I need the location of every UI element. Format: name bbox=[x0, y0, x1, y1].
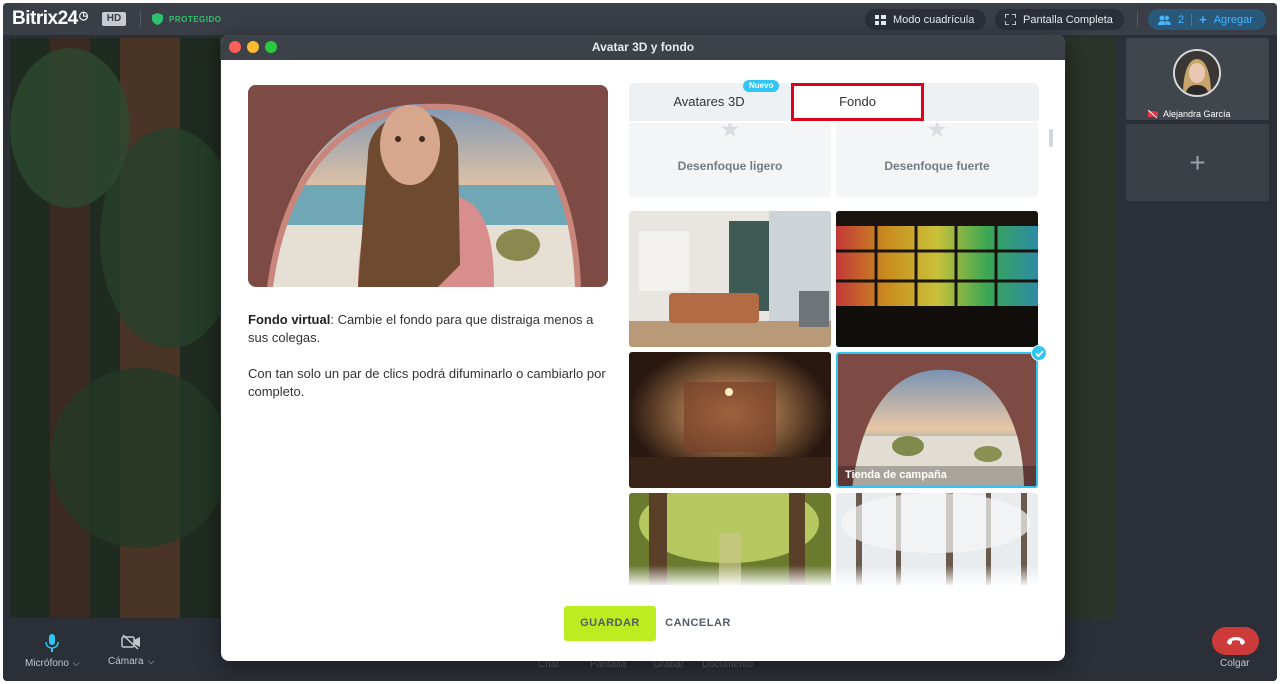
grid-fade bbox=[629, 565, 1039, 587]
participant-photo bbox=[1175, 51, 1219, 95]
background-label: Tienda de campaña bbox=[845, 469, 947, 481]
dialog-title: Avatar 3D y fondo bbox=[591, 40, 695, 54]
selected-check-icon bbox=[1031, 345, 1047, 361]
microphone-label-row: Micrófono ⌵ bbox=[25, 658, 80, 669]
background-option-blur-light[interactable]: ★ Desenfoque ligero bbox=[629, 123, 831, 197]
save-button[interactable]: GUARDAR bbox=[564, 606, 656, 641]
grid-icon bbox=[875, 14, 886, 25]
chevron-down-icon: ⌵ bbox=[147, 656, 155, 666]
protected-label: PROTEGIDO bbox=[169, 14, 222, 24]
divider bbox=[1137, 11, 1138, 27]
avatar bbox=[1173, 49, 1221, 97]
dialog-titlebar: Avatar 3D y fondo bbox=[221, 35, 1065, 60]
add-participant-tile[interactable]: + bbox=[1126, 124, 1269, 201]
microphone-button[interactable]: Micrófono ⌵ bbox=[25, 634, 80, 669]
camera-button[interactable]: Cámara ⌵ bbox=[108, 634, 154, 667]
hd-badge: HD bbox=[102, 12, 126, 26]
tent-beach-image bbox=[838, 354, 1036, 486]
phone-hangup-icon bbox=[1226, 636, 1245, 645]
background-label: Desenfoque ligero bbox=[677, 159, 783, 173]
camera-off-icon bbox=[121, 634, 141, 650]
video-call-window: Bitrix24◷ HD PROTEGIDO Modo cuadrícula P… bbox=[3, 3, 1277, 681]
participant-label: Alejandra García bbox=[1148, 108, 1248, 120]
background-option-blur-strong[interactable]: ★ Desenfoque fuerte bbox=[836, 123, 1038, 197]
participants-count: 2 bbox=[1178, 13, 1185, 26]
divider bbox=[1191, 13, 1193, 26]
users-icon bbox=[1158, 15, 1171, 25]
app-window: Bitrix24◷ HD PROTEGIDO Modo cuadrícula P… bbox=[0, 0, 1280, 684]
participants-button[interactable]: 2 + Agregar bbox=[1148, 9, 1266, 30]
participant-name: Alejandra García bbox=[1163, 109, 1231, 119]
brand-name: Bitrix24 bbox=[12, 8, 78, 29]
fullscreen-label: Pantalla Completa bbox=[1023, 13, 1113, 26]
plus-icon: + bbox=[1189, 146, 1206, 178]
camera-label-row: Cámara ⌵ bbox=[108, 656, 154, 667]
tab-bar: Avatares 3D Nuevo Fondo bbox=[629, 80, 1039, 121]
star-icon: ★ bbox=[721, 123, 739, 141]
hangup-button[interactable] bbox=[1212, 627, 1259, 655]
tab-label: Fondo bbox=[839, 94, 876, 109]
chevron-down-icon: ⌵ bbox=[72, 658, 80, 668]
background-label: Desenfoque fuerte bbox=[884, 159, 990, 173]
fullscreen-button[interactable]: Pantalla Completa bbox=[995, 9, 1124, 30]
star-icon: ★ bbox=[928, 123, 946, 141]
tab-label: Avatares 3D bbox=[673, 94, 745, 109]
hangup-label: Colgar bbox=[1220, 658, 1250, 669]
background-option-tent[interactable]: Tienda de campaña bbox=[836, 352, 1038, 488]
camera-preview bbox=[248, 85, 608, 287]
background-option-living-room[interactable] bbox=[629, 211, 831, 347]
description-bold: Fondo virtual bbox=[248, 312, 331, 327]
rainbow-office-image bbox=[836, 211, 1038, 347]
shield-icon bbox=[152, 13, 163, 25]
clock-icon: ◷ bbox=[78, 10, 89, 22]
grid-mode-button[interactable]: Modo cuadrícula bbox=[865, 9, 986, 30]
new-badge: Nuevo bbox=[743, 80, 780, 92]
brick-room-image bbox=[629, 352, 831, 488]
background-grid: ★ Desenfoque ligero ★ Desenfoque fuerte bbox=[629, 123, 1047, 585]
avatar-background-dialog: Avatar 3D y fondo Fondo virtual: Cambie … bbox=[221, 35, 1065, 661]
camera-off-icon bbox=[1148, 110, 1158, 118]
preview-image bbox=[248, 85, 608, 287]
tab-avatares-3d[interactable]: Avatares 3D Nuevo bbox=[629, 80, 789, 121]
camera-label: Cámara bbox=[108, 656, 144, 667]
top-bar: Bitrix24◷ HD PROTEGIDO Modo cuadrícula P… bbox=[3, 3, 1277, 35]
cancel-button[interactable]: CANCELAR bbox=[660, 606, 736, 641]
participant-tile[interactable]: Alejandra García bbox=[1126, 38, 1269, 120]
background-option-brick-room[interactable] bbox=[629, 352, 831, 488]
plus-icon: + bbox=[1199, 12, 1207, 27]
divider bbox=[140, 11, 141, 27]
add-participant-label: Agregar bbox=[1213, 13, 1253, 26]
scrollbar[interactable] bbox=[1049, 129, 1053, 147]
description-paragraph-2: Con tan solo un par de clics podrá difum… bbox=[248, 366, 606, 399]
tab-fondo[interactable]: Fondo bbox=[791, 83, 924, 121]
microphone-icon bbox=[45, 634, 60, 652]
background-option-rainbow-office[interactable] bbox=[836, 211, 1038, 347]
description-paragraph: Fondo virtual: Cambie el fondo para que … bbox=[248, 311, 608, 347]
microphone-label: Micrófono bbox=[25, 658, 69, 669]
fullscreen-icon bbox=[1005, 14, 1016, 25]
living-room-image bbox=[629, 211, 831, 347]
protected-status: PROTEGIDO bbox=[152, 12, 222, 26]
brand-logo: Bitrix24◷ bbox=[12, 8, 88, 30]
grid-mode-label: Modo cuadrícula bbox=[893, 13, 975, 26]
